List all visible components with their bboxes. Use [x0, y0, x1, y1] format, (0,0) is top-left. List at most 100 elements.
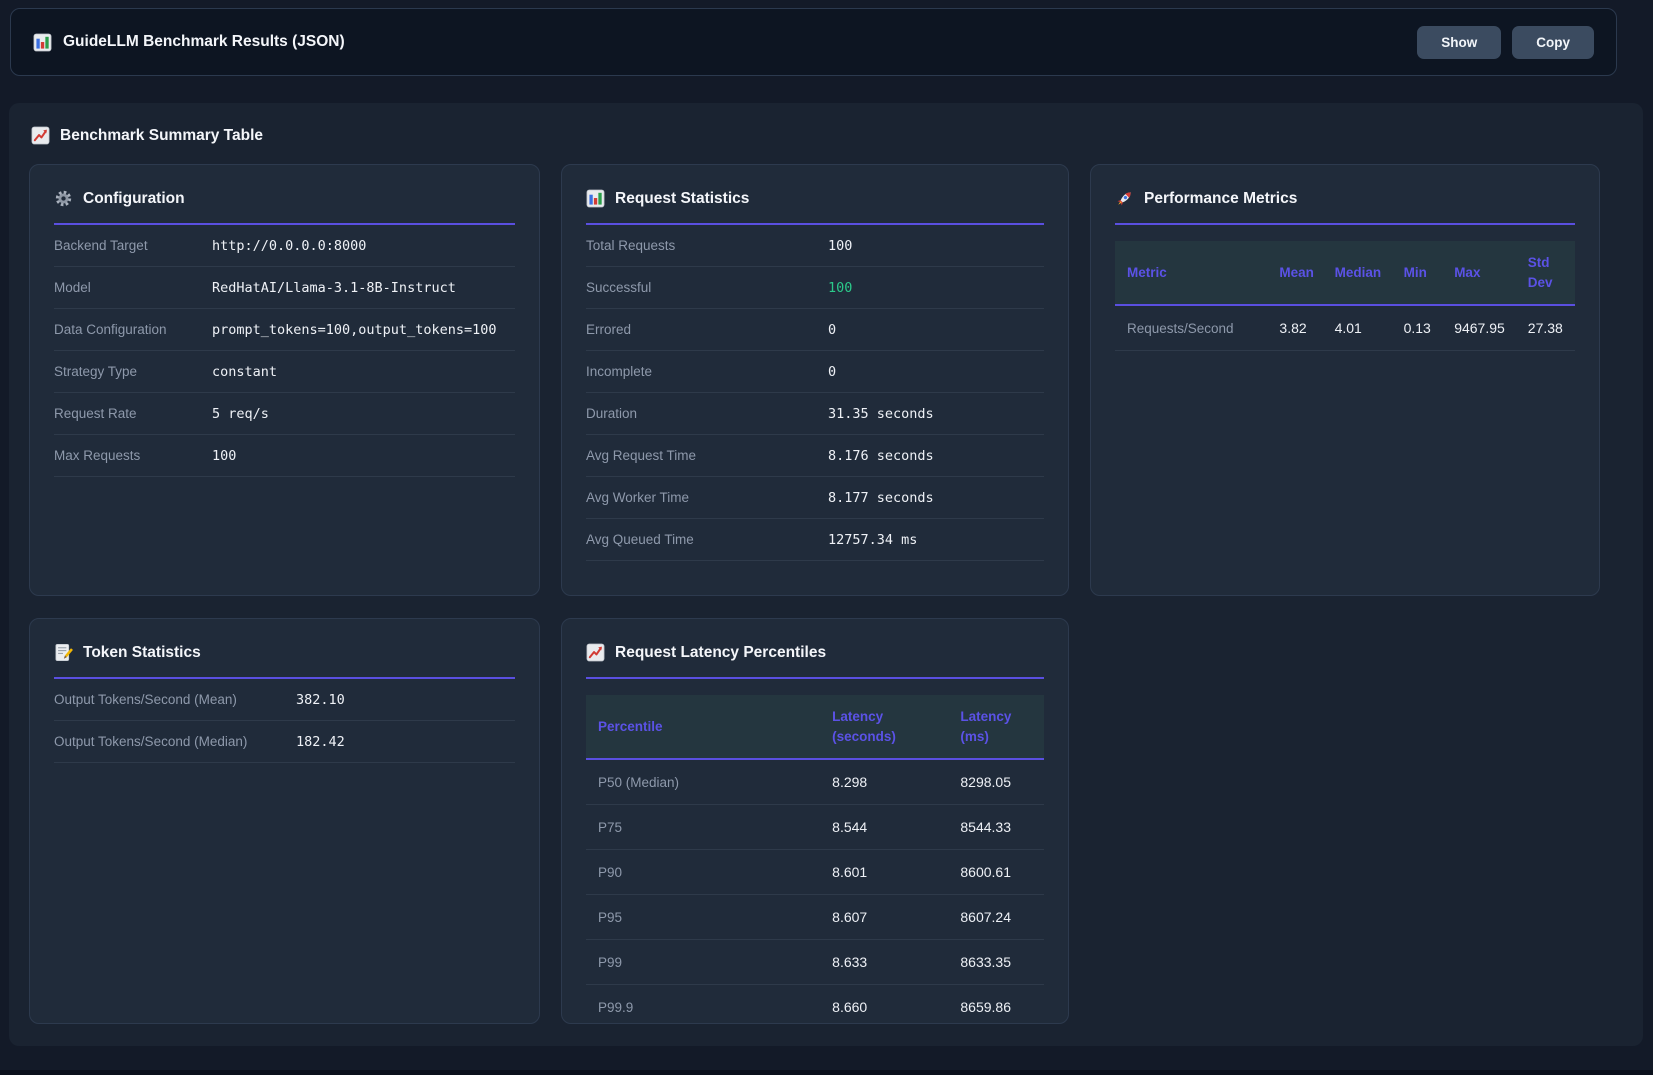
col-latency-ms: Latency (ms)	[952, 695, 1044, 759]
col-percentile: Percentile	[586, 695, 824, 759]
stat-value-success: 100	[828, 280, 1044, 296]
latency-table-row: P99.9 8.660 8659.86	[586, 985, 1044, 1024]
copy-button[interactable]: Copy	[1512, 26, 1594, 59]
percentile-name: P90	[586, 850, 824, 895]
latency-seconds: 8.544	[824, 805, 952, 850]
request-statistics-card-header: Request Statistics	[586, 183, 1044, 225]
latency-table-row: P75 8.544 8544.33	[586, 805, 1044, 850]
token-stat-row: Output Tokens/Second (Median) 182.42	[54, 721, 515, 763]
memo-icon	[54, 643, 73, 662]
stat-row: Avg Request Time 8.176 seconds	[586, 435, 1044, 477]
stat-row: Duration 31.35 seconds	[586, 393, 1044, 435]
stat-label: Errored	[586, 322, 828, 337]
latency-percentiles-card-title: Request Latency Percentiles	[615, 644, 826, 662]
config-row: Backend Target http://0.0.0.0:8000	[54, 225, 515, 267]
page-title-group: GuideLLM Benchmark Results (JSON)	[33, 33, 345, 52]
config-row: Request Rate 5 req/s	[54, 393, 515, 435]
latency-seconds: 8.633	[824, 940, 952, 985]
token-statistics-card: Token Statistics Output Tokens/Second (M…	[29, 618, 540, 1024]
latency-ms: 8298.05	[952, 759, 1044, 805]
col-min: Min	[1396, 241, 1447, 305]
stat-row: Avg Queued Time 12757.34 ms	[586, 519, 1044, 561]
config-label: Data Configuration	[54, 322, 212, 337]
latency-percentiles-table: Percentile Latency (seconds) Latency (ms…	[586, 695, 1044, 1024]
config-value: constant	[212, 364, 515, 380]
metric-min: 0.13	[1396, 305, 1447, 351]
config-label: Strategy Type	[54, 364, 212, 379]
latency-seconds: 8.660	[824, 985, 952, 1024]
col-mean: Mean	[1271, 241, 1326, 305]
latency-seconds: 8.607	[824, 895, 952, 940]
token-stat-label: Output Tokens/Second (Mean)	[54, 692, 296, 707]
latency-ms: 8659.86	[952, 985, 1044, 1024]
config-row: Strategy Type constant	[54, 351, 515, 393]
metric-mean: 3.82	[1271, 305, 1326, 351]
stat-value: 100	[828, 238, 1044, 254]
summary-panel: Benchmark Summary Table Configuration Ba…	[9, 103, 1643, 1046]
stat-value: 0	[828, 322, 1044, 338]
config-label: Backend Target	[54, 238, 212, 253]
config-label: Max Requests	[54, 448, 212, 463]
config-value: 5 req/s	[212, 406, 515, 422]
config-row: Max Requests 100	[54, 435, 515, 477]
stat-value: 8.177 seconds	[828, 490, 1044, 506]
configuration-card: Configuration Backend Target http://0.0.…	[29, 164, 540, 596]
config-row: Model RedHatAI/Llama-3.1-8B-Instruct	[54, 267, 515, 309]
latency-table-header-row: Percentile Latency (seconds) Latency (ms…	[586, 695, 1044, 759]
bottom-edge-strip	[0, 1070, 1653, 1075]
metric-name: Requests/Second	[1115, 305, 1271, 351]
metric-std-dev: 27.38	[1520, 305, 1575, 351]
request-statistics-card: Request Statistics Total Requests 100 Su…	[561, 164, 1069, 596]
performance-metrics-table: Metric Mean Median Min Max Std Dev Reque…	[1115, 241, 1575, 351]
bar-chart-icon	[33, 33, 52, 52]
latency-table-row: P99 8.633 8633.35	[586, 940, 1044, 985]
latency-ms: 8600.61	[952, 850, 1044, 895]
percentile-name: P99.9	[586, 985, 824, 1024]
stat-label: Total Requests	[586, 238, 828, 253]
config-value: 100	[212, 448, 515, 464]
percentile-name: P75	[586, 805, 824, 850]
performance-table-header-row: Metric Mean Median Min Max Std Dev	[1115, 241, 1575, 305]
chart-increasing-icon	[586, 643, 605, 662]
metric-median: 4.01	[1327, 305, 1396, 351]
col-metric: Metric	[1115, 241, 1271, 305]
page-title: GuideLLM Benchmark Results (JSON)	[63, 33, 345, 51]
rocket-icon	[1115, 189, 1134, 208]
token-stat-value: 382.10	[296, 692, 515, 708]
stat-row: Total Requests 100	[586, 225, 1044, 267]
col-median: Median	[1327, 241, 1396, 305]
percentile-name: P50 (Median)	[586, 759, 824, 805]
token-stat-label: Output Tokens/Second (Median)	[54, 734, 296, 749]
metric-max: 9467.95	[1446, 305, 1520, 351]
percentile-name: P95	[586, 895, 824, 940]
stat-label: Avg Request Time	[586, 448, 828, 463]
latency-table-row: P50 (Median) 8.298 8298.05	[586, 759, 1044, 805]
stat-label: Avg Worker Time	[586, 490, 828, 505]
token-stat-value: 182.42	[296, 734, 515, 750]
stat-row: Errored 0	[586, 309, 1044, 351]
performance-metrics-card-header: Performance Metrics	[1115, 183, 1575, 225]
show-button[interactable]: Show	[1417, 26, 1501, 59]
stat-label: Duration	[586, 406, 828, 421]
latency-table-row: P95 8.607 8607.24	[586, 895, 1044, 940]
col-std-dev: Std Dev	[1520, 241, 1575, 305]
stat-value: 0	[828, 364, 1044, 380]
latency-seconds: 8.298	[824, 759, 952, 805]
config-label: Model	[54, 280, 212, 295]
stat-value: 8.176 seconds	[828, 448, 1044, 464]
stat-value: 31.35 seconds	[828, 406, 1044, 422]
section-heading: Benchmark Summary Table	[31, 126, 1623, 145]
section-title: Benchmark Summary Table	[60, 127, 263, 145]
performance-metrics-card: Performance Metrics Metric Mean Median M…	[1090, 164, 1600, 596]
configuration-card-title: Configuration	[83, 190, 185, 208]
latency-ms: 8544.33	[952, 805, 1044, 850]
stat-label: Incomplete	[586, 364, 828, 379]
config-value: prompt_tokens=100,output_tokens=100	[212, 322, 515, 338]
token-stat-row: Output Tokens/Second (Mean) 382.10	[54, 679, 515, 721]
stat-value: 12757.34 ms	[828, 532, 1044, 548]
stat-label: Successful	[586, 280, 828, 295]
token-statistics-card-header: Token Statistics	[54, 637, 515, 679]
latency-table-row: P90 8.601 8600.61	[586, 850, 1044, 895]
performance-table-row: Requests/Second 3.82 4.01 0.13 9467.95 2…	[1115, 305, 1575, 351]
percentile-name: P99	[586, 940, 824, 985]
